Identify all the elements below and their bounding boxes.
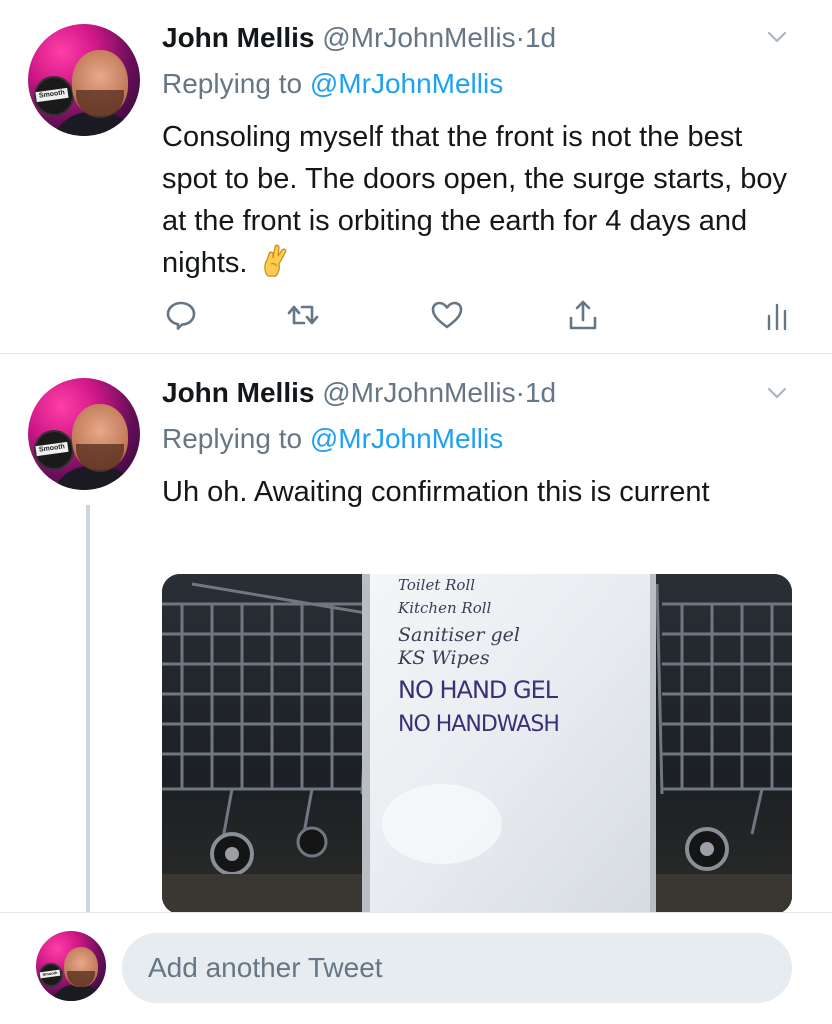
reply-icon[interactable]: [164, 298, 198, 332]
user-handle[interactable]: @MrJohnMellis: [322, 22, 515, 53]
board-line: Sanitiser gel: [398, 624, 520, 646]
mention-link[interactable]: @MrJohnMellis: [310, 423, 503, 454]
replying-to: Replying to @MrJohnMellis: [162, 422, 503, 456]
avatar[interactable]: Smooth: [36, 931, 106, 1001]
board-line: Toilet Roll: [398, 576, 476, 594]
mention-link[interactable]: @MrJohnMellis: [310, 68, 503, 99]
tweet-actions: [162, 298, 802, 338]
chevron-down-icon[interactable]: [766, 26, 788, 48]
thread-connector: [86, 505, 90, 915]
display-name[interactable]: John Mellis: [162, 22, 314, 53]
board-line: NO HANDWASH: [398, 712, 560, 737]
tweet-body: Consoling myself that the front is not t…: [162, 121, 787, 279]
tweet[interactable]: Smooth John Mellis @MrJohnMellis·1d Repl…: [0, 0, 832, 354]
tweet-body: Uh oh. Awaiting confirmation this is cur…: [162, 476, 710, 508]
crossed-fingers-icon: [263, 244, 286, 277]
avatar[interactable]: Smooth: [28, 24, 140, 136]
chevron-down-icon[interactable]: [766, 382, 788, 404]
avatar-shirt: [50, 985, 106, 1001]
replying-prefix: Replying to: [162, 423, 310, 454]
separator: ·: [515, 377, 525, 408]
tweet-photo[interactable]: Toilet Roll Kitchen Roll Sanitiser gel K…: [162, 574, 792, 914]
board-line: Kitchen Roll: [398, 599, 492, 617]
analytics-icon[interactable]: [760, 298, 794, 332]
board-line: NO HAND GEL: [398, 676, 558, 704]
share-icon[interactable]: [566, 298, 600, 332]
replying-to: Replying to @MrJohnMellis: [162, 67, 503, 101]
avatar[interactable]: Smooth: [28, 378, 140, 490]
tweet-text: Consoling myself that the front is not t…: [162, 116, 802, 284]
reply-composer: Smooth Add another Tweet: [0, 912, 832, 1024]
display-name[interactable]: John Mellis: [162, 377, 314, 408]
user-handle[interactable]: @MrJohnMellis: [322, 377, 515, 408]
timestamp[interactable]: 1d: [525, 377, 556, 408]
separator: ·: [515, 22, 525, 53]
timestamp[interactable]: 1d: [525, 22, 556, 53]
retweet-icon[interactable]: [286, 298, 320, 332]
like-icon[interactable]: [430, 298, 464, 332]
tweet-text: Uh oh. Awaiting confirmation this is cur…: [162, 471, 722, 513]
board-line: KS Wipes: [398, 647, 490, 669]
replying-prefix: Replying to: [162, 68, 310, 99]
tweet-header: John Mellis @MrJohnMellis·1d: [162, 376, 556, 410]
add-tweet-input[interactable]: Add another Tweet: [122, 933, 792, 1003]
tweet-header: John Mellis @MrJohnMellis·1d: [162, 21, 556, 55]
whiteboard-text: Toilet Roll Kitchen Roll Sanitiser gel K…: [398, 576, 638, 736]
